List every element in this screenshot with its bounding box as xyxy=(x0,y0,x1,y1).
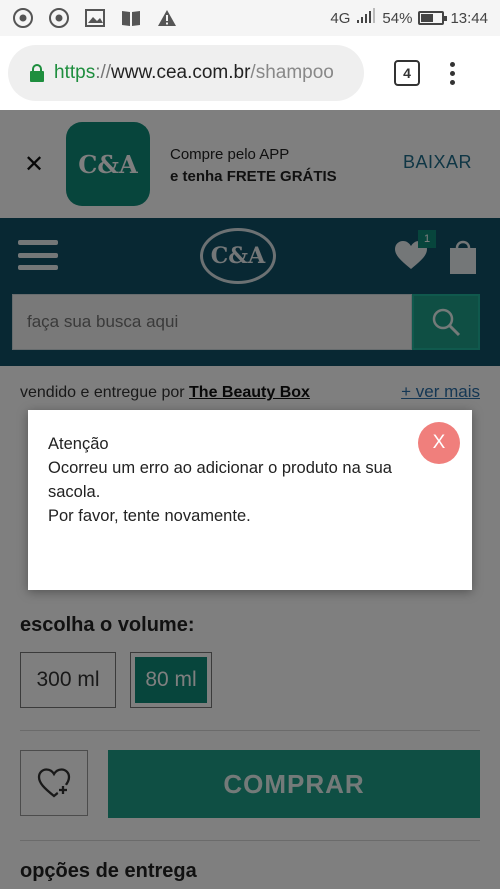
battery-icon xyxy=(418,11,448,25)
modal-close-button[interactable]: X xyxy=(418,422,460,464)
chrome-icon xyxy=(12,7,34,29)
status-bar: 4G 54% 13:44 xyxy=(0,0,500,36)
clock: 13:44 xyxy=(450,9,488,27)
modal-message-line2: sacola. xyxy=(48,483,101,501)
battery-percent: 54% xyxy=(382,9,413,27)
warning-icon xyxy=(156,7,178,29)
modal-message-line3: Por favor, tente novamente. xyxy=(48,507,251,525)
url-path: /shampoo xyxy=(250,62,334,83)
image-icon xyxy=(84,7,106,29)
browser-toolbar: https://www.cea.com.br/shampoo 4 xyxy=(0,36,500,110)
lock-icon xyxy=(30,64,44,82)
browser-menu-icon[interactable] xyxy=(450,61,455,85)
url-host: www.cea.com.br xyxy=(111,62,251,83)
tab-switcher-button[interactable]: 4 xyxy=(394,60,420,86)
url-separator: :// xyxy=(95,62,112,83)
modal-title: Atenção xyxy=(48,435,109,453)
modal-message-line1: Ocorreu um erro ao adicionar o produto n… xyxy=(48,459,392,477)
url-scheme: https xyxy=(54,62,96,83)
chrome-icon xyxy=(48,7,70,29)
network-type: 4G xyxy=(330,9,351,27)
error-modal: Atenção Ocorreu um erro ao adicionar o p… xyxy=(28,410,472,590)
signal-icon xyxy=(356,8,376,28)
book-icon xyxy=(120,7,142,29)
url-bar[interactable]: https://www.cea.com.br/shampoo xyxy=(8,45,364,101)
